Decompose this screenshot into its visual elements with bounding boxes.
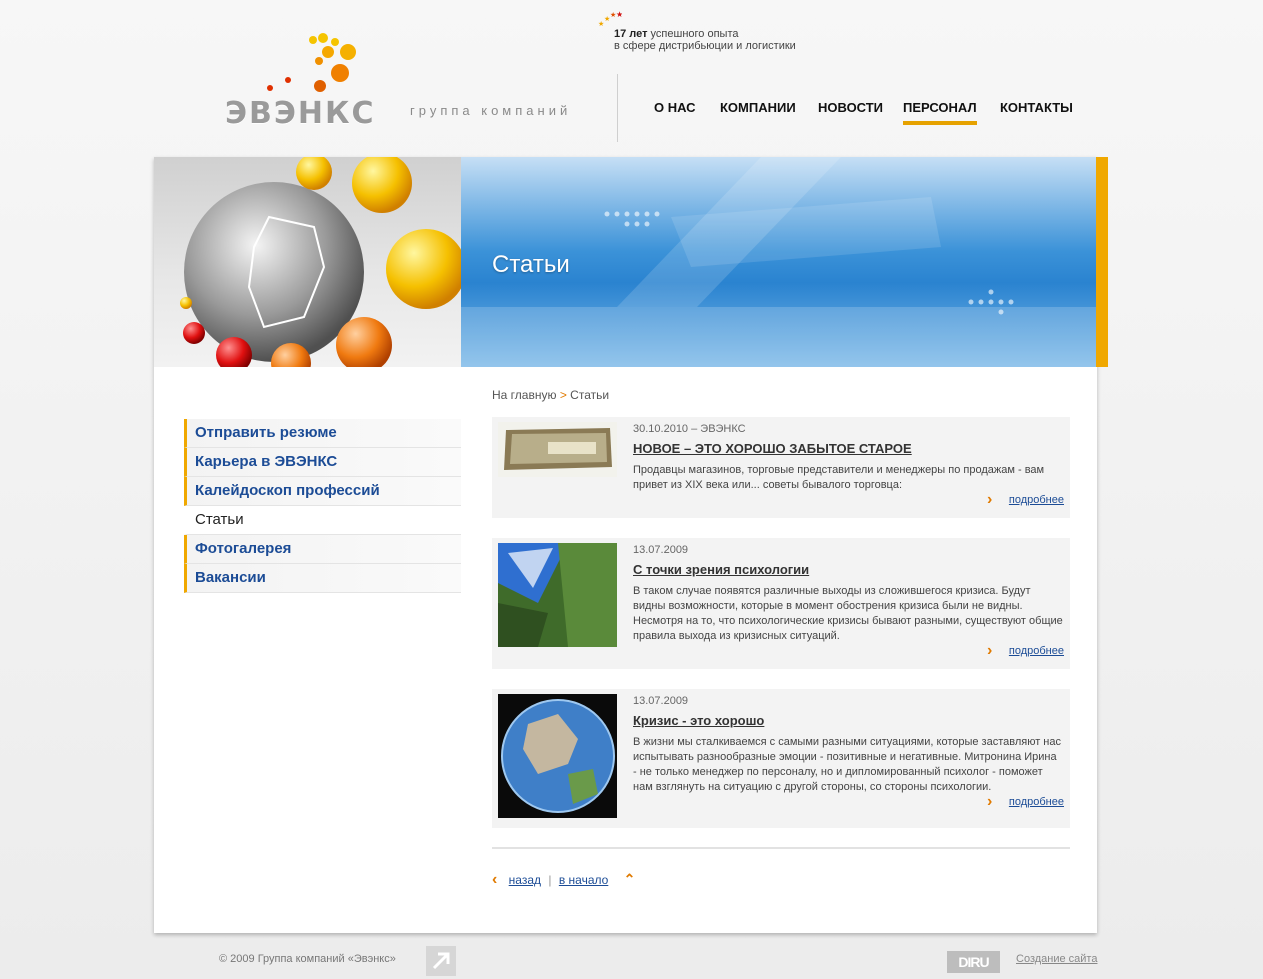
article-item: 13.07.2009 С точки зрения психологии В т… [492,538,1070,669]
article-item: 30.10.2010 – ЭВЭНКС НОВОЕ – ЭТО ХОРОШО З… [492,417,1070,518]
arrow-up-right-icon[interactable] [426,946,456,976]
article-thumbnail[interactable] [498,694,617,818]
pager: ‹ назад | в начало ⌃ [492,871,635,889]
article-date: 13.07.2009 [633,695,689,707]
pager-divider [492,847,1070,849]
breadcrumb-current: Статьи [570,388,610,402]
tagline-years: 17 лет [614,28,648,40]
article-title-link[interactable]: НОВОЕ – ЭТО ХОРОШО ЗАБЫТОЕ СТАРОЕ [633,441,912,456]
article-item: 13.07.2009 Кризис - это хорошо В жизни м… [492,689,1070,828]
chevron-right-icon: › [987,642,993,659]
stars-icon: ★ ★ ★ ★ [598,10,622,28]
chevron-right-icon: › [987,793,993,810]
article-more-link[interactable]: подробнее [1009,796,1064,808]
vintage-box-image-icon [498,422,617,477]
logo-word: ЭВЭНКС [225,96,376,131]
sidebar-item-career[interactable]: Карьера в ЭВЭНКС [184,448,461,477]
breadcrumb-separator: > [559,388,567,402]
pager-start-link[interactable]: в начало [559,873,608,887]
pager-divider-bar: | [548,873,552,887]
banner-accent-bar [1096,157,1108,367]
nav-staff[interactable]: ПЕРСОНАЛ [903,100,977,125]
tagline-line1: успешного опыта [647,28,739,40]
chevron-right-icon: › [987,491,993,508]
breadcrumb-home-link[interactable]: На главную [492,388,556,402]
chevron-left-icon: ‹ [492,871,498,888]
banner: Статьи [461,157,1097,367]
article-description: В таком случае появятся различные выходы… [633,585,1063,642]
svg-text:★: ★ [616,10,622,19]
globe-illustration-icon [180,157,461,367]
sidebar-item-articles[interactable]: Статьи [184,506,461,535]
sidebar-item-vacancies[interactable]: Вакансии [184,564,461,593]
tagline-line2: в сфере дистрибьюции и логистики [614,40,796,52]
article-description: Продавцы магазинов, торговые представите… [633,464,1045,491]
dir-logo[interactable]: DIRU [947,951,1000,973]
article-date: 30.10.2010 – ЭВЭНКС [633,423,746,435]
sidebar-item-resume[interactable]: Отправить резюме [184,419,461,448]
article-title-link[interactable]: С точки зрения психологии [633,562,809,577]
article-thumbnail[interactable] [498,422,617,477]
main-panel: Статьи Отправить резюме Карьера в ЭВЭНКС… [154,157,1108,933]
nav-about[interactable]: О НАС [654,100,696,121]
article-description: В жизни мы сталкиваемся с самыми разными… [633,736,1062,793]
breadcrumb: На главную > Статьи [492,388,609,402]
article-more-link[interactable]: подробнее [1009,645,1064,657]
banner-title: Статьи [492,251,570,278]
sidebar-item-gallery[interactable]: Фотогалерея [184,535,461,564]
article-date: 13.07.2009 [633,544,689,556]
banner-globe [154,157,461,367]
footer-copyright: © 2009 Группа компаний «Эвэнкс» [219,953,396,965]
nav-news[interactable]: НОВОСТИ [818,100,883,121]
sidebar-item-professions[interactable]: Калейдоскоп профессий [184,477,461,506]
nav-companies[interactable]: КОМПАНИИ [720,100,796,121]
pager-back-link[interactable]: назад [509,873,541,887]
logo[interactable]: ЭВЭНКС [215,28,395,138]
header-divider [617,74,618,142]
logo-subtitle: группа компаний [410,103,572,118]
sidebar: Отправить резюме Карьера в ЭВЭНКС Калейд… [184,419,461,593]
article-title-link[interactable]: Кризис - это хорошо [633,713,764,728]
chevron-up-icon[interactable]: ⌃ [624,871,636,887]
earth-globe-image-icon [498,694,617,818]
footer-dev-link[interactable]: Создание сайта [1016,953,1097,965]
nav-contacts[interactable]: КОНТАКТЫ [1000,100,1073,121]
buildings-sky-image-icon [498,543,617,647]
article-more-link[interactable]: подробнее [1009,494,1064,506]
article-thumbnail[interactable] [498,543,617,647]
